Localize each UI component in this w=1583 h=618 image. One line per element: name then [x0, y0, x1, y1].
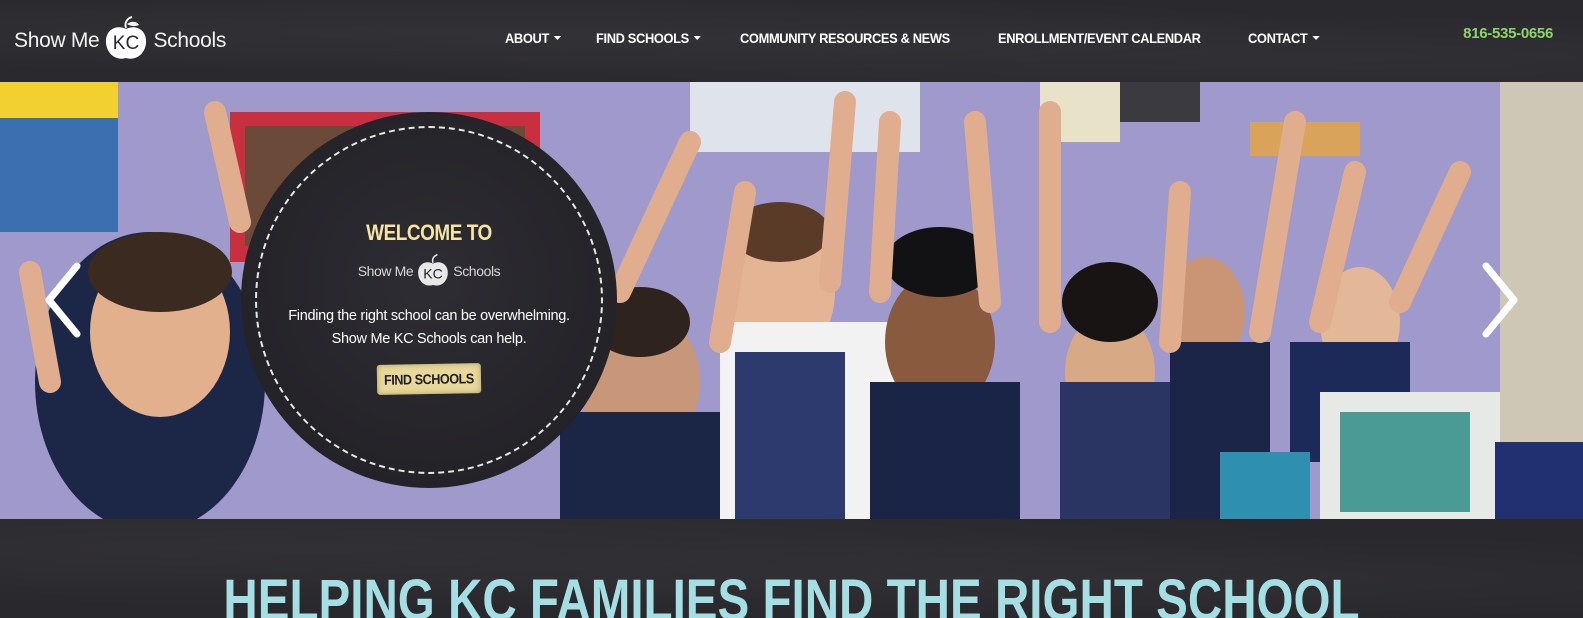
classroom-photo [0, 82, 1583, 519]
nav-contact-label: CONTACT [1248, 30, 1308, 46]
logo-text-right: Schools [153, 29, 227, 52]
find-schools-button-label: FIND SCHOOLS [383, 370, 475, 388]
hero-carousel: WELCOME TO Show Me KC Schools Finding th… [0, 82, 1583, 519]
nav-community-resources[interactable]: COMMUNITY RESOURCES & NEWS [740, 30, 950, 46]
logo-text-mid: KC [113, 33, 139, 54]
apple-logo-icon: KC [418, 254, 449, 286]
site-header: Show Me KC Schools ABOUT FIND SCHOOLS CO… [0, 0, 1583, 82]
logo-text-left: Show Me [14, 29, 100, 52]
badge-logo-left: Show Me [357, 263, 414, 279]
find-schools-button[interactable]: FIND SCHOOLS [376, 363, 482, 395]
chevron-left-icon[interactable] [43, 260, 83, 340]
badge-logo: Show Me KC Schools [241, 254, 617, 288]
nav-about[interactable]: ABOUT [505, 30, 561, 46]
badge-logo-mid: KC [424, 265, 444, 281]
caret-down-icon [1312, 36, 1320, 40]
nav-enrollment-calendar[interactable]: ENROLLMENT/EVENT CALENDAR [998, 30, 1201, 46]
phone-number[interactable]: 816-535-0656 [1463, 25, 1553, 42]
welcome-badge: WELCOME TO Show Me KC Schools Finding th… [241, 112, 617, 488]
chevron-right-icon[interactable] [1480, 260, 1520, 340]
site-logo[interactable]: Show Me KC Schools [14, 14, 234, 68]
caret-down-icon [553, 36, 561, 40]
nav-contact[interactable]: CONTACT [1248, 30, 1320, 46]
badge-logo-right: Schools [453, 263, 501, 279]
nav-community-resources-label: COMMUNITY RESOURCES & NEWS [739, 30, 950, 46]
tagline-line-2: Show Me KC Schools can help. [331, 331, 527, 347]
apple-logo-icon: KC [106, 16, 147, 59]
tagline-line-1: Finding the right school can be overwhel… [288, 308, 570, 324]
nav-find-schools[interactable]: FIND SCHOOLS [596, 30, 701, 46]
nav-about-label: ABOUT [505, 30, 549, 46]
section-headline: HELPING KC FAMILIES FIND THE RIGHT SCHOO… [223, 568, 1360, 618]
welcome-heading: WELCOME TO [366, 220, 492, 245]
main-nav: ABOUT FIND SCHOOLS COMMUNITY RESOURCES &… [505, 27, 1356, 49]
caret-down-icon [693, 36, 701, 40]
nav-find-schools-label: FIND SCHOOLS [595, 30, 689, 46]
dashed-border [255, 126, 603, 474]
nav-enrollment-calendar-label: ENROLLMENT/EVENT CALENDAR [997, 30, 1201, 46]
tagline: Finding the right school can be overwhel… [241, 305, 617, 351]
intro-section: HELPING KC FAMILIES FIND THE RIGHT SCHOO… [0, 519, 1583, 618]
